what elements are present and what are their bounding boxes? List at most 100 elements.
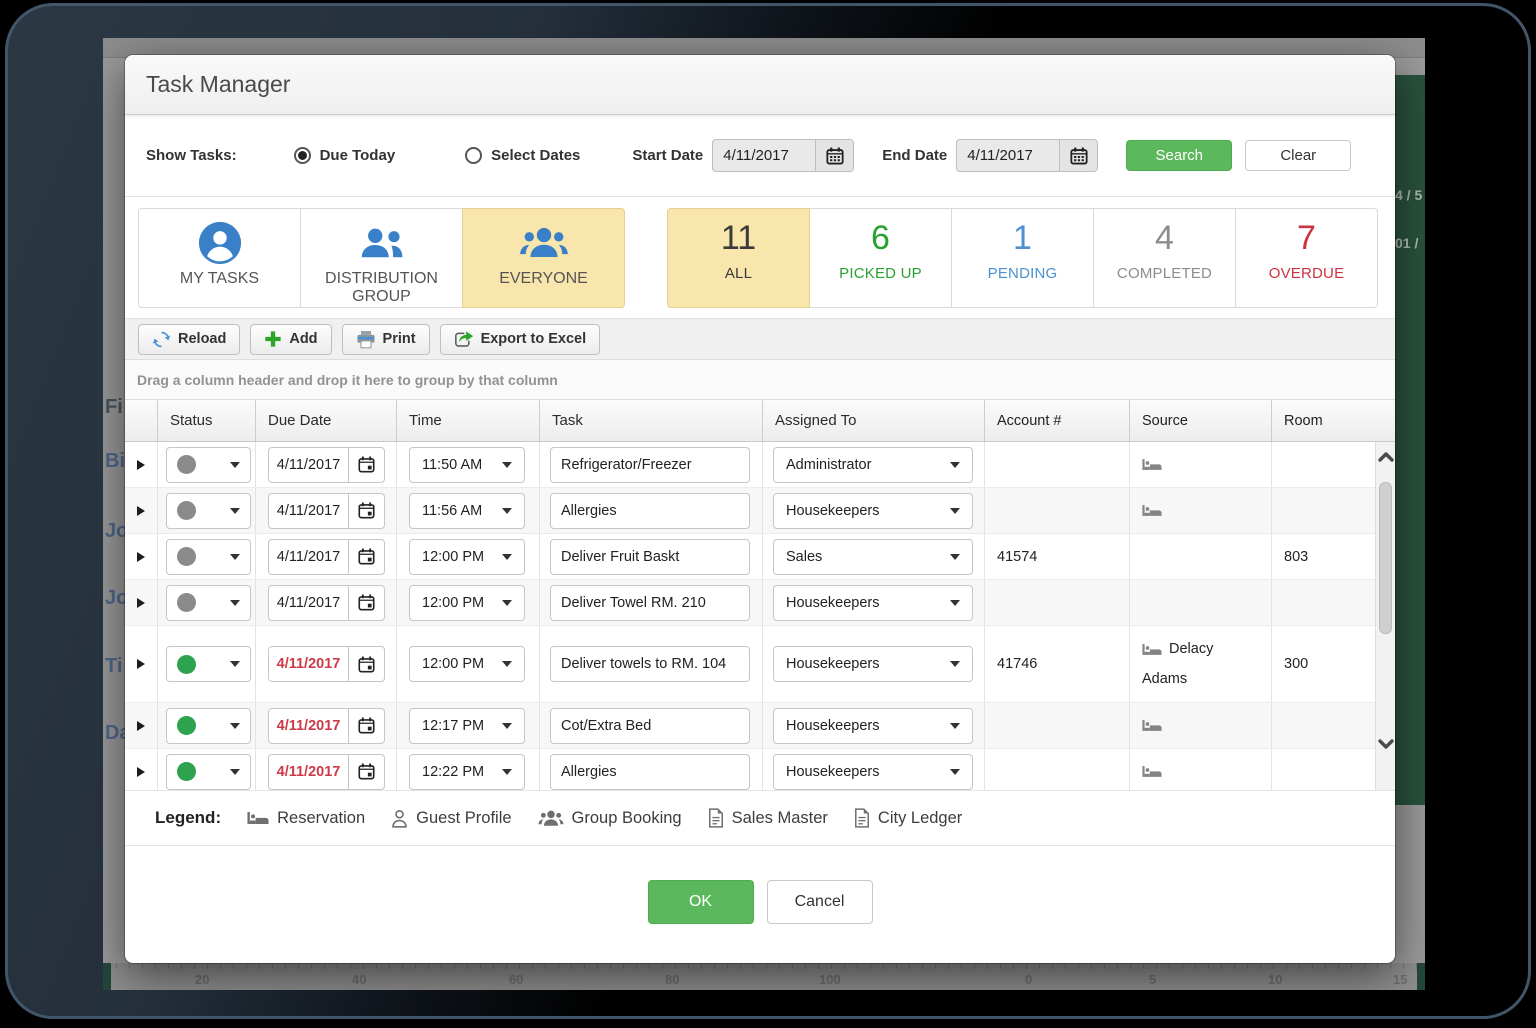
expand-row-icon[interactable] bbox=[137, 659, 145, 669]
column-header-account[interactable]: Account # bbox=[985, 400, 1130, 441]
bg-chart-bar bbox=[103, 963, 111, 990]
assigned-dropdown[interactable]: Housekeepers bbox=[773, 493, 973, 529]
due-date-picker[interactable]: 4/11/2017 bbox=[268, 493, 385, 529]
end-date-input[interactable]: 4/11/2017 bbox=[957, 140, 1059, 171]
chevron-down-icon bbox=[950, 508, 960, 514]
account-cell: 41746 bbox=[985, 626, 1130, 702]
task-input[interactable]: Allergies bbox=[550, 493, 750, 529]
calendar-icon[interactable] bbox=[348, 647, 384, 681]
expand-row-icon[interactable] bbox=[137, 460, 145, 470]
status-label: OVERDUE bbox=[1269, 265, 1345, 282]
export-icon bbox=[454, 330, 474, 349]
due-date-picker[interactable]: 4/11/2017 bbox=[268, 539, 385, 575]
add-button[interactable]: Add bbox=[250, 324, 331, 355]
due-date-picker[interactable]: 4/11/2017 bbox=[268, 447, 385, 483]
account-cell bbox=[985, 442, 1130, 487]
status-dropdown[interactable] bbox=[166, 539, 251, 575]
status-dropdown[interactable] bbox=[166, 493, 251, 529]
time-dropdown[interactable]: 12:22 PM bbox=[409, 754, 525, 790]
due-date-picker[interactable]: 4/11/2017 bbox=[268, 646, 385, 682]
select-dates-radio[interactable] bbox=[465, 147, 482, 164]
scroll-up-icon[interactable] bbox=[1377, 450, 1395, 464]
column-header-due-date[interactable]: Due Date bbox=[256, 400, 397, 441]
expand-row-icon[interactable] bbox=[137, 767, 145, 777]
calendar-icon[interactable] bbox=[348, 540, 384, 574]
time-dropdown[interactable]: 11:56 AM bbox=[409, 493, 525, 529]
vertical-scrollbar[interactable] bbox=[1375, 442, 1395, 790]
expand-row-icon[interactable] bbox=[137, 721, 145, 731]
export-excel-button[interactable]: Export to Excel bbox=[440, 324, 601, 355]
clear-button[interactable]: Clear bbox=[1245, 140, 1351, 171]
assigned-dropdown[interactable]: Housekeepers bbox=[773, 708, 973, 744]
task-input[interactable]: Cot/Extra Bed bbox=[550, 708, 750, 744]
assigned-dropdown[interactable]: Sales bbox=[773, 539, 973, 575]
status-dropdown[interactable] bbox=[166, 447, 251, 483]
time-dropdown[interactable]: 12:17 PM bbox=[409, 708, 525, 744]
status-dropdown[interactable] bbox=[166, 708, 251, 744]
source-cell: Delacy Adams bbox=[1130, 626, 1272, 702]
scrollbar-thumb[interactable] bbox=[1379, 482, 1392, 634]
assigned-value: Housekeepers bbox=[786, 503, 880, 519]
search-button[interactable]: Search bbox=[1126, 140, 1232, 171]
tab-distribution-group[interactable]: DISTRIBUTION GROUP bbox=[300, 208, 463, 308]
column-header-assigned[interactable]: Assigned To bbox=[763, 400, 985, 441]
account-cell: 41574 bbox=[985, 534, 1130, 579]
due-date-picker[interactable]: 4/11/2017 bbox=[268, 585, 385, 621]
tab-overdue[interactable]: 7 OVERDUE bbox=[1235, 208, 1378, 308]
due-today-label[interactable]: Due Today bbox=[320, 147, 396, 164]
task-input[interactable]: Deliver Fruit Baskt bbox=[550, 539, 750, 575]
assigned-dropdown[interactable]: Housekeepers bbox=[773, 585, 973, 621]
scroll-down-icon[interactable] bbox=[1377, 737, 1395, 751]
tab-picked-up[interactable]: 6 PICKED UP bbox=[809, 208, 952, 308]
source-cell bbox=[1130, 488, 1272, 533]
task-value: Refrigerator/Freezer bbox=[561, 457, 692, 473]
tab-completed[interactable]: 4 COMPLETED bbox=[1093, 208, 1236, 308]
tab-my-tasks[interactable]: MY TASKS bbox=[138, 208, 301, 308]
cancel-button[interactable]: Cancel bbox=[767, 880, 873, 924]
group-by-dropzone[interactable]: Drag a column header and drop it here to… bbox=[125, 360, 1395, 400]
time-dropdown[interactable]: 12:00 PM bbox=[409, 539, 525, 575]
status-dropdown[interactable] bbox=[166, 754, 251, 790]
tab-everyone[interactable]: EVERYONE bbox=[462, 208, 625, 308]
select-dates-label[interactable]: Select Dates bbox=[491, 147, 580, 164]
assigned-dropdown[interactable]: Housekeepers bbox=[773, 754, 973, 790]
column-header-room[interactable]: Room bbox=[1272, 400, 1375, 441]
calendar-icon[interactable] bbox=[348, 448, 384, 482]
ok-button[interactable]: OK bbox=[648, 880, 754, 924]
task-input[interactable]: Deliver towels to RM. 104 bbox=[550, 646, 750, 682]
column-header-task[interactable]: Task bbox=[540, 400, 763, 441]
task-input[interactable]: Allergies bbox=[550, 754, 750, 790]
due-date-picker[interactable]: 4/11/2017 bbox=[268, 708, 385, 744]
assigned-dropdown[interactable]: Administrator bbox=[773, 447, 973, 483]
assigned-dropdown[interactable]: Housekeepers bbox=[773, 646, 973, 682]
table-row: 4/11/2017 12:17 PM Cot/Extra Bed Houseke… bbox=[125, 703, 1395, 749]
calendar-icon[interactable] bbox=[348, 709, 384, 743]
time-dropdown[interactable]: 12:00 PM bbox=[409, 585, 525, 621]
task-input[interactable]: Deliver Towel RM. 210 bbox=[550, 585, 750, 621]
status-dot-icon bbox=[177, 593, 196, 612]
end-date-calendar-button[interactable] bbox=[1059, 140, 1097, 171]
table-row: 4/11/2017 12:00 PM Deliver Towel RM. 210… bbox=[125, 580, 1395, 626]
time-dropdown[interactable]: 12:00 PM bbox=[409, 646, 525, 682]
expand-row-icon[interactable] bbox=[137, 552, 145, 562]
column-header-source[interactable]: Source bbox=[1130, 400, 1272, 441]
reload-button[interactable]: Reload bbox=[138, 324, 240, 355]
time-dropdown[interactable]: 11:50 AM bbox=[409, 447, 525, 483]
tab-pending[interactable]: 1 PENDING bbox=[951, 208, 1094, 308]
calendar-icon[interactable] bbox=[348, 755, 384, 789]
expand-row-icon[interactable] bbox=[137, 598, 145, 608]
column-header-time[interactable]: Time bbox=[397, 400, 540, 441]
column-header-status[interactable]: Status bbox=[158, 400, 256, 441]
due-today-radio[interactable] bbox=[294, 147, 311, 164]
due-date-picker[interactable]: 4/11/2017 bbox=[268, 754, 385, 790]
expand-row-icon[interactable] bbox=[137, 506, 145, 516]
status-dropdown[interactable] bbox=[166, 585, 251, 621]
status-dropdown[interactable] bbox=[166, 646, 251, 682]
tab-all[interactable]: 11 ALL bbox=[667, 208, 810, 308]
start-date-calendar-button[interactable] bbox=[815, 140, 853, 171]
task-input[interactable]: Refrigerator/Freezer bbox=[550, 447, 750, 483]
print-button[interactable]: Print bbox=[342, 324, 430, 355]
start-date-input[interactable]: 4/11/2017 bbox=[713, 140, 815, 171]
calendar-icon[interactable] bbox=[348, 586, 384, 620]
calendar-icon[interactable] bbox=[348, 494, 384, 528]
